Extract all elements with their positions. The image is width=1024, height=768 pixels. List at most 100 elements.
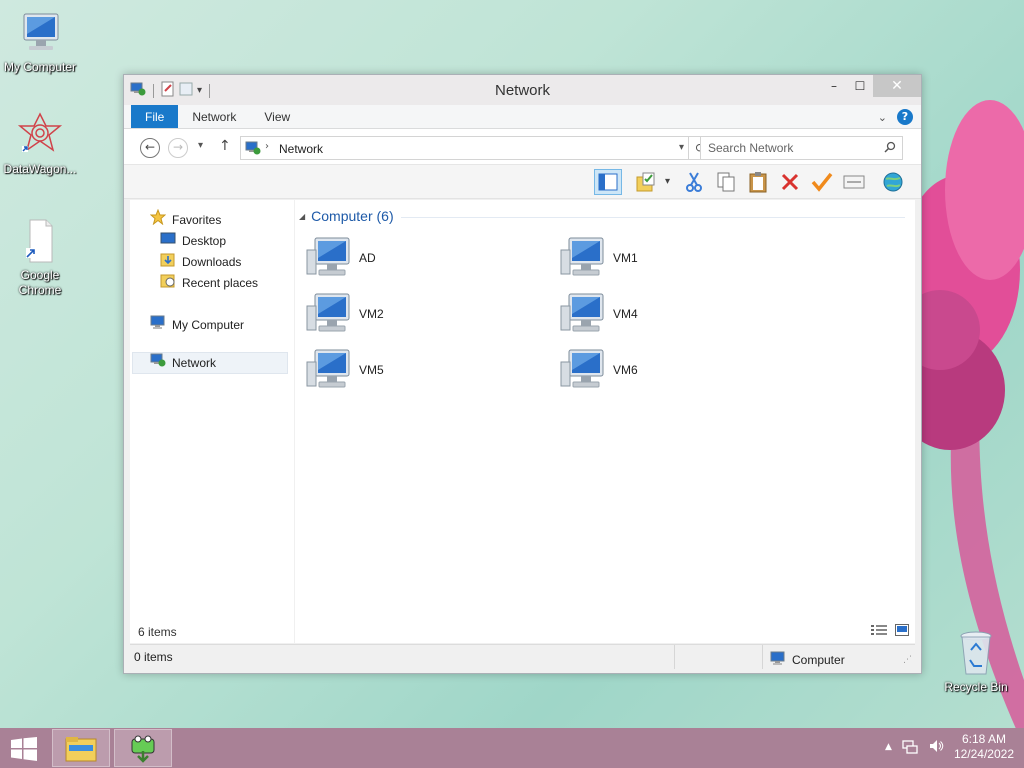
clock-time: 6:18 AM [961, 732, 1006, 746]
recent-locations-dropdown-icon[interactable]: ▾ [198, 140, 203, 151]
address-dropdown-icon[interactable]: ▾ [679, 142, 684, 153]
file-explorer-icon [65, 737, 97, 762]
desktop-icon-google-chrome[interactable]: Google Chrome [0, 218, 80, 298]
ribbon-tabs: File Network View ⌄ ? [124, 105, 921, 129]
list-item[interactable]: VM4 [559, 292, 759, 336]
forward-button[interactable]: → [168, 138, 188, 158]
back-button[interactable]: ← [140, 138, 160, 158]
properties-checklist-button[interactable] [632, 169, 660, 195]
desktop-folder-icon [160, 231, 176, 251]
taskbar-file-explorer-button[interactable] [52, 729, 110, 767]
app-icon [131, 735, 155, 763]
taskbar-app-button[interactable] [114, 729, 172, 767]
network-globe-button[interactable] [879, 169, 907, 195]
collapse-triangle-icon[interactable]: ◢ [299, 212, 305, 221]
delete-button[interactable] [776, 169, 804, 195]
command-toolbar: ▾ [124, 165, 921, 199]
title-bar[interactable]: ▾ Network – ☐ ✕ [124, 75, 921, 105]
navigation-bar: ← → ▾ ↑ › Network ▾ ⟳ [124, 129, 921, 165]
breadcrumb-chevron-icon[interactable]: › [265, 141, 269, 152]
status-separator [762, 645, 763, 669]
cut-button[interactable] [680, 169, 708, 195]
item-count: 6 items [138, 625, 177, 639]
list-item[interactable]: VM6 [559, 348, 759, 392]
copy-button[interactable] [712, 169, 740, 195]
clock-date: 12/24/2022 [953, 747, 1014, 761]
scissors-icon [686, 172, 702, 192]
clock[interactable]: 6:18 AM 12/24/2022 [954, 732, 1014, 762]
computer-name: AD [359, 251, 376, 265]
computer-icon [305, 348, 353, 393]
breadcrumb[interactable]: Network [279, 142, 323, 156]
desktop-icon-label: My Computer [3, 60, 77, 74]
minimize-button[interactable]: – [821, 75, 847, 97]
search-input[interactable] [708, 138, 878, 158]
status-location-label: Computer [792, 652, 845, 667]
up-arrow-icon[interactable]: ↑ [219, 138, 231, 154]
properties-button[interactable] [840, 169, 868, 195]
sidebar-item-label: Network [172, 356, 217, 370]
maximize-button[interactable]: ☐ [847, 75, 873, 97]
checkmark-icon [811, 172, 833, 192]
large-icons-view-icon[interactable] [895, 624, 909, 639]
resize-grip-icon[interactable]: ⋰ [903, 655, 912, 665]
details-view-icon[interactable] [871, 624, 887, 639]
paste-button[interactable] [744, 169, 772, 195]
windows-logo-icon [11, 737, 37, 761]
sidebar-item-network[interactable]: Network [150, 353, 216, 373]
list-item[interactable]: VM1 [559, 236, 759, 280]
desktop-icon-recycle-bin[interactable]: Recycle Bin [936, 630, 1016, 695]
computer-name: VM5 [359, 363, 384, 377]
computer-name: VM2 [359, 307, 384, 321]
google-chrome-shortcut-icon [16, 218, 64, 264]
help-icon[interactable]: ? [897, 109, 913, 125]
tab-view[interactable]: View [250, 105, 304, 128]
desktop-icon-my-computer[interactable]: My Computer [0, 10, 80, 75]
explorer-window: ▾ Network – ☐ ✕ File Network View ⌄ ? ← … [123, 74, 922, 674]
network-icon [150, 352, 166, 374]
desktop-icon-datawagon[interactable]: DataWagon... [0, 112, 80, 177]
sidebar-item-recent-places[interactable]: Recent places [160, 273, 258, 293]
search-box[interactable] [700, 136, 903, 160]
network-tray-icon[interactable] [902, 738, 918, 757]
taskbar: ▲ 6:18 AM 12/24/2022 [0, 728, 1024, 768]
list-item[interactable]: VM2 [305, 292, 505, 336]
layout-pane-icon [598, 173, 618, 191]
navigation-pane: Favorites Desktop Downloads Recent place… [130, 200, 294, 643]
desktop-icon-label: Recycle Bin [944, 680, 1008, 694]
search-icon[interactable] [884, 141, 896, 156]
computer-icon [150, 314, 166, 336]
sidebar-item-label: Recent places [182, 276, 259, 290]
computer-name: VM1 [613, 251, 638, 265]
computer-icon [770, 650, 786, 669]
list-item[interactable]: VM5 [305, 348, 505, 392]
close-button[interactable]: ✕ [873, 75, 921, 97]
start-button[interactable] [10, 737, 38, 764]
star-icon [149, 208, 167, 231]
sidebar-item-label: My Computer [172, 318, 245, 332]
sidebar-item-favorites[interactable]: Favorites [149, 208, 222, 231]
toolbar-dropdown-icon[interactable]: ▾ [665, 176, 670, 187]
recycle-bin-icon [952, 630, 1000, 676]
window-title: Network [494, 82, 550, 99]
sidebar-item-my-computer[interactable]: My Computer [150, 315, 244, 335]
list-item[interactable]: AD [305, 236, 505, 280]
tab-network[interactable]: Network [178, 105, 250, 128]
caption-buttons: – ☐ ✕ [821, 75, 921, 97]
sidebar-item-downloads[interactable]: Downloads [160, 252, 241, 272]
sidebar-item-label: Favorites [172, 213, 222, 227]
preview-pane-button[interactable] [594, 169, 622, 195]
group-divider [401, 217, 905, 218]
sidebar-item-label: Downloads [182, 255, 242, 269]
group-title: Computer (6) [311, 208, 394, 224]
rename-button[interactable] [808, 169, 836, 195]
address-bar[interactable]: › Network ▾ [240, 136, 689, 160]
group-header[interactable]: ◢ Computer (6) [299, 208, 394, 224]
expand-ribbon-icon[interactable]: ⌄ [878, 111, 887, 124]
show-hidden-icons-icon[interactable]: ▲ [885, 742, 892, 752]
volume-icon[interactable] [928, 738, 944, 757]
sidebar-item-desktop[interactable]: Desktop [160, 231, 226, 251]
tab-file[interactable]: File [131, 105, 179, 128]
computer-name: VM6 [613, 363, 638, 377]
computer-icon [305, 292, 353, 337]
